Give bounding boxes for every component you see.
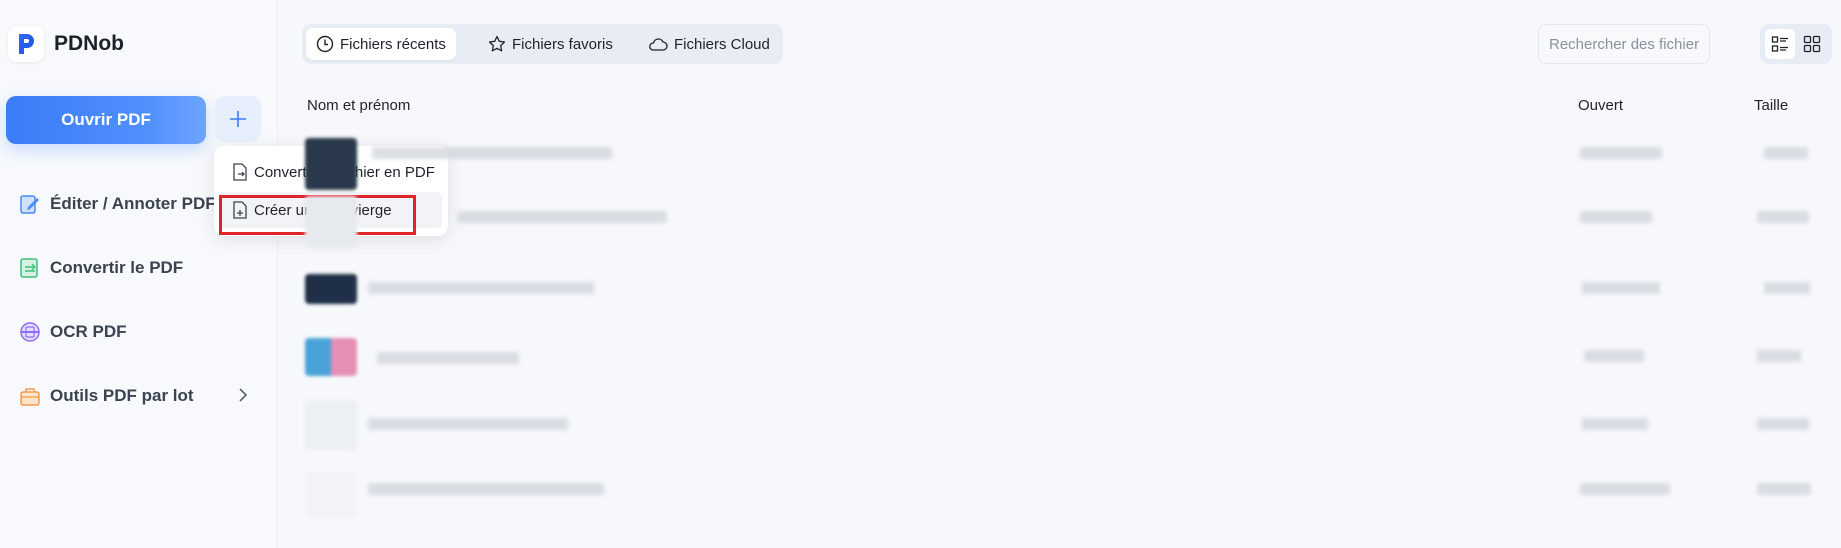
- column-header-opened[interactable]: Ouvert: [1578, 97, 1623, 114]
- opened-date-redacted: [1582, 418, 1648, 430]
- list-view-icon: [1771, 36, 1788, 52]
- edit-annotate-icon: [18, 192, 42, 216]
- app-logo: PDNob: [8, 26, 124, 62]
- sidebar-item-label: Éditer / Annoter PDF: [50, 194, 216, 213]
- file-tabs: Fichiers récents Fichiers favoris Fichie…: [302, 24, 783, 64]
- tab-recent-files[interactable]: Fichiers récents: [306, 28, 456, 60]
- file-name-redacted: [457, 211, 667, 223]
- sidebar-item-batch-tools[interactable]: Outils PDF par lot: [18, 384, 194, 408]
- list-view-button[interactable]: [1765, 29, 1795, 59]
- file-new-icon: [233, 201, 247, 219]
- opened-date-redacted: [1584, 350, 1644, 362]
- view-toggle: [1760, 24, 1832, 64]
- file-size-redacted: [1757, 350, 1801, 362]
- file-size-redacted: [1764, 147, 1808, 159]
- table-row[interactable]: [302, 390, 1832, 456]
- clock-icon: [316, 35, 334, 53]
- sidebar: PDNob Ouvrir PDF Éditer / Annoter PDF Co…: [0, 0, 278, 548]
- column-header-name[interactable]: Nom et prénom: [307, 97, 410, 114]
- grid-view-button[interactable]: [1797, 29, 1827, 59]
- grid-view-icon: [1803, 35, 1821, 53]
- table-row[interactable]: [302, 322, 1832, 388]
- plus-icon: [230, 111, 246, 127]
- open-pdf-button[interactable]: Ouvrir PDF: [6, 96, 206, 144]
- search-input[interactable]: [1538, 24, 1710, 64]
- file-thumbnail: [305, 138, 357, 190]
- add-button[interactable]: [215, 96, 261, 142]
- file-name-redacted: [368, 282, 594, 294]
- sidebar-item-edit-annotate[interactable]: Éditer / Annoter PDF: [18, 192, 216, 216]
- table-row[interactable]: [302, 120, 1832, 190]
- opened-date-redacted: [1580, 483, 1670, 495]
- tab-cloud-files[interactable]: Fichiers Cloud: [638, 28, 780, 60]
- sidebar-item-label: OCR PDF: [50, 322, 127, 341]
- batch-tools-icon: [18, 384, 42, 408]
- tab-label: Fichiers favoris: [512, 35, 613, 53]
- file-name-redacted: [372, 147, 612, 159]
- star-icon: [488, 35, 506, 52]
- opened-date-redacted: [1580, 147, 1662, 159]
- app-name: PDNob: [54, 32, 124, 55]
- file-size-redacted: [1757, 418, 1809, 430]
- sidebar-item-convert[interactable]: Convertir le PDF: [18, 256, 183, 280]
- tab-favorite-files[interactable]: Fichiers favoris: [478, 28, 623, 60]
- file-thumbnail: [305, 196, 357, 248]
- sidebar-item-label: Outils PDF par lot: [50, 386, 194, 405]
- file-name-redacted: [368, 483, 604, 495]
- file-size-redacted: [1757, 211, 1809, 223]
- file-convert-icon: [233, 163, 247, 181]
- table-row[interactable]: [302, 254, 1832, 320]
- opened-date-redacted: [1580, 211, 1652, 223]
- file-name-redacted: [368, 418, 568, 430]
- table-row[interactable]: [302, 458, 1832, 524]
- sidebar-item-ocr[interactable]: OCR PDF: [18, 320, 127, 344]
- sidebar-item-label: Convertir le PDF: [50, 258, 184, 277]
- file-name-redacted: [377, 352, 519, 364]
- file-size-redacted: [1764, 282, 1810, 294]
- cloud-icon: [649, 38, 668, 51]
- ocr-icon: [18, 320, 42, 344]
- file-size-redacted: [1757, 483, 1811, 495]
- convert-icon: [18, 256, 42, 280]
- file-thumbnail: [305, 338, 357, 376]
- table-row[interactable]: [302, 186, 1832, 252]
- chevron-right-icon[interactable]: [236, 386, 250, 409]
- column-header-size[interactable]: Taille: [1754, 97, 1788, 114]
- tab-label: Fichiers récents: [340, 35, 446, 53]
- file-thumbnail: [305, 472, 357, 518]
- pdnob-logo-icon: [8, 26, 44, 62]
- file-thumbnail: [305, 400, 357, 450]
- opened-date-redacted: [1582, 282, 1660, 294]
- file-thumbnail: [305, 274, 357, 304]
- tab-label: Fichiers Cloud: [674, 35, 770, 53]
